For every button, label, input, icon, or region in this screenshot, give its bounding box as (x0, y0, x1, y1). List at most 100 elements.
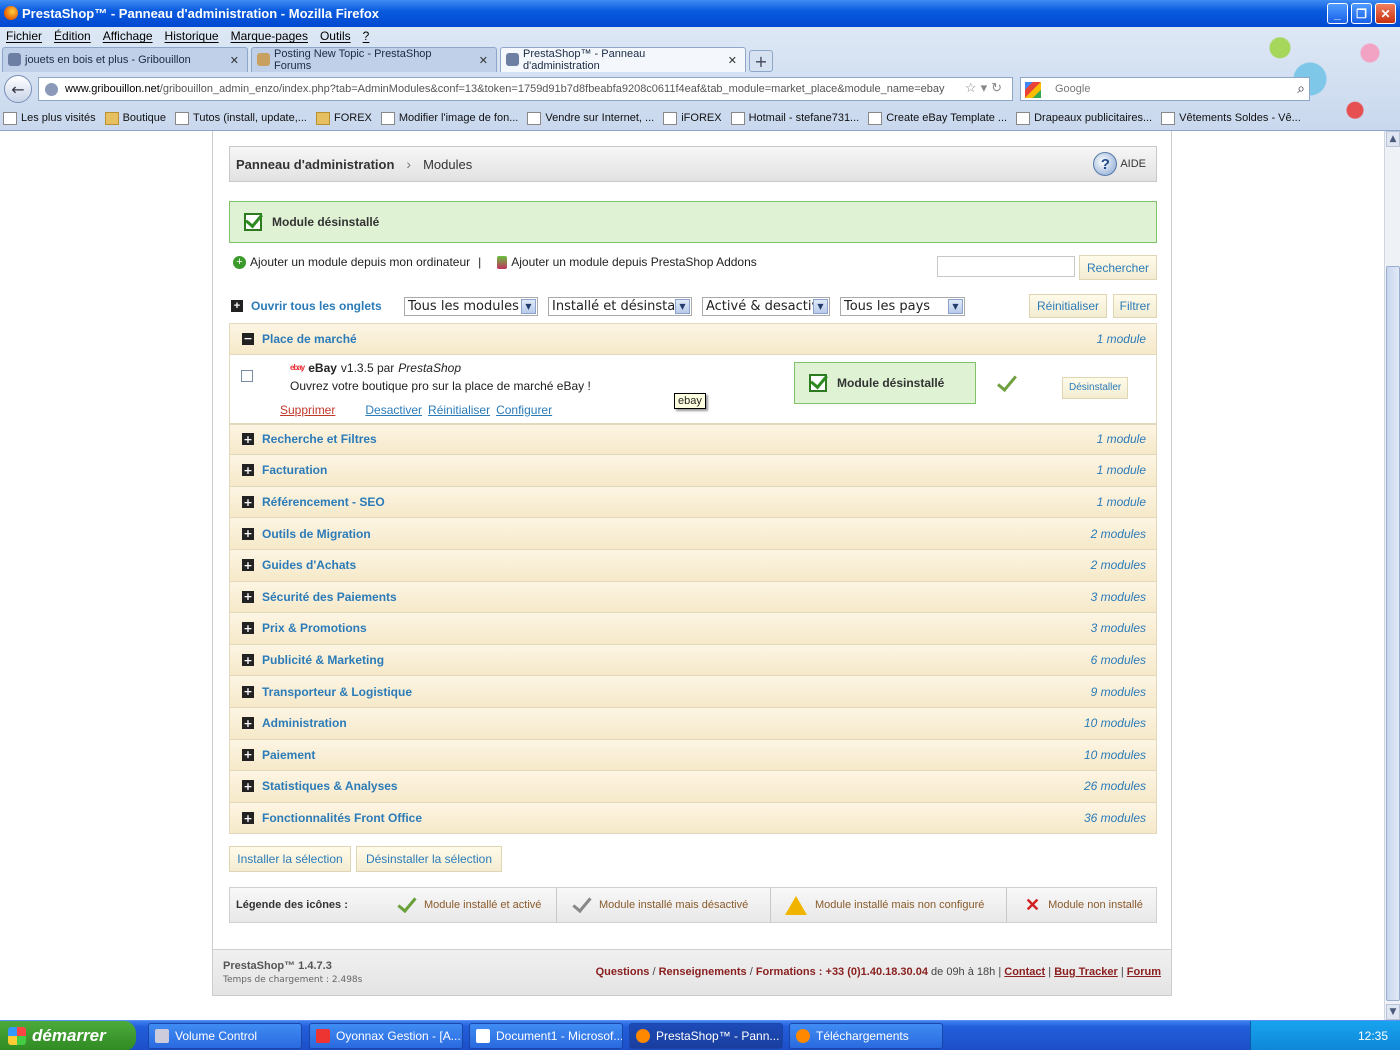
vertical-scrollbar[interactable]: ▲ ▼ (1384, 131, 1400, 1020)
bookmark-item[interactable]: Les plus visités (0, 107, 102, 129)
category-row[interactable]: + Fonctionnalités Front Office 36 modules (229, 802, 1157, 835)
url-bar[interactable]: www.gribouillon.net/gribouillon_admin_en… (38, 77, 1013, 101)
plus-icon[interactable]: + (242, 559, 254, 572)
plus-icon[interactable]: + (242, 496, 254, 509)
category-row[interactable]: + Administration 10 modules (229, 707, 1157, 740)
add-from-computer-link[interactable]: Ajouter un module depuis mon ordinateur (250, 255, 470, 269)
taskbar-item[interactable]: PrestaShop™ - Pann... (629, 1023, 783, 1049)
taskbar-item[interactable]: Oyonnax Gestion - [A... (309, 1023, 463, 1049)
menu-edition[interactable]: Édition (48, 27, 97, 45)
google-icon[interactable] (1025, 82, 1041, 98)
tab-prestashop-admin[interactable]: PrestaShop™ - Panneau d'administration ✕ (500, 47, 746, 72)
configure-link[interactable]: Configurer (496, 403, 552, 417)
uninstall-button[interactable]: Désinstaller (1062, 376, 1129, 399)
category-row[interactable]: + Référencement - SEO 1 module (229, 486, 1157, 519)
bookmark-item[interactable]: Create eBay Template ... (865, 107, 1013, 129)
bookmark-item[interactable]: Hotmail - stefane731... (728, 107, 866, 129)
category-row[interactable]: + Sécurité des Paiements 3 modules (229, 581, 1157, 614)
scroll-down-icon[interactable]: ▼ (1386, 1004, 1400, 1020)
category-row[interactable]: + Facturation 1 module (229, 455, 1157, 487)
category-row[interactable]: + Paiement 10 modules (229, 739, 1157, 772)
menu-marque-pages[interactable]: Marque-pages (225, 27, 314, 45)
plus-icon[interactable]: + (242, 717, 254, 730)
menu-bar: Fichier Édition Affichage Historique Mar… (0, 27, 375, 45)
contact-link[interactable]: Contact (1004, 966, 1045, 978)
filter-country-select[interactable]: Tous les pays ▼ (840, 297, 965, 316)
bookmark-item[interactable]: Drapeaux publicitaires... (1013, 107, 1158, 129)
module-select-checkbox[interactable] (241, 369, 253, 382)
addons-icon (497, 255, 508, 269)
minus-icon[interactable]: − (242, 332, 254, 345)
plus-icon[interactable]: + (242, 748, 254, 761)
tab-gribouillon[interactable]: jouets en bois et plus - Gribouillon ✕ (2, 47, 248, 72)
bookmark-item[interactable]: FOREX (313, 107, 378, 129)
filter-enabled-select[interactable]: Activé & desactivé ▼ (702, 297, 830, 316)
module-search-input[interactable] (937, 256, 1075, 277)
plus-icon[interactable]: + (242, 527, 254, 540)
category-count: 6 modules (1090, 653, 1146, 668)
scroll-up-icon[interactable]: ▲ (1386, 131, 1400, 147)
add-from-addons-link[interactable]: Ajouter un module depuis PrestaShop Addo… (511, 255, 757, 269)
taskbar-item[interactable]: Volume Control (148, 1023, 302, 1049)
taskbar-item[interactable]: Téléchargements (789, 1023, 943, 1049)
plus-icon[interactable]: + (242, 685, 254, 698)
search-icon[interactable]: ⌕ (1297, 80, 1305, 97)
filter-button[interactable]: Filtrer (1113, 294, 1157, 318)
bookmark-item[interactable]: Vendre sur Internet, ... (524, 107, 660, 129)
menu-fichier[interactable]: Fichier (0, 27, 48, 45)
menu-affichage[interactable]: Affichage (97, 27, 159, 45)
help-button[interactable]: ? AIDE (1093, 152, 1146, 176)
filter-modules-select[interactable]: Tous les modules ▼ (404, 297, 538, 316)
menu-help[interactable]: ? (357, 27, 376, 45)
back-button[interactable]: ← (4, 75, 32, 103)
tab-close-icon[interactable]: ✕ (714, 54, 737, 67)
plus-icon[interactable]: + (242, 433, 254, 446)
uninstall-selection-button[interactable]: Désinstaller la sélection (356, 846, 502, 872)
search-button[interactable]: Rechercher (1079, 255, 1157, 280)
taskbar-item[interactable]: Document1 - Microsof... (469, 1023, 623, 1049)
category-row[interactable]: + Statistiques & Analyses 26 modules (229, 771, 1157, 803)
maximize-button[interactable]: ❐ (1351, 3, 1372, 24)
search-box[interactable]: Google ⌕ (1020, 77, 1310, 101)
reset-filters-button[interactable]: Réinitialiser (1029, 294, 1107, 318)
plus-icon[interactable]: + (242, 590, 254, 603)
tab-close-icon[interactable]: ✕ (465, 54, 488, 67)
site-identity-icon[interactable] (45, 83, 58, 96)
open-all-tabs-button[interactable]: + Ouvrir tous les onglets (231, 296, 382, 316)
tab-close-icon[interactable]: ✕ (216, 54, 239, 67)
breadcrumb-home[interactable]: Panneau d'administration (236, 157, 394, 172)
forum-link[interactable]: Forum (1127, 966, 1161, 978)
minimize-button[interactable]: _ (1327, 3, 1348, 24)
category-row[interactable]: + Transporteur & Logistique 9 modules (229, 676, 1157, 708)
new-tab-button[interactable]: + (749, 50, 773, 72)
scroll-thumb[interactable] (1386, 266, 1400, 1001)
category-row[interactable]: + Outils de Migration 2 modules (229, 518, 1157, 550)
bookmark-item[interactable]: Tutos (install, update,... (172, 107, 313, 129)
filter-installed-select[interactable]: Installé et désinstallé ▼ (548, 297, 692, 316)
plus-icon[interactable]: + (242, 812, 254, 825)
category-row[interactable]: + Prix & Promotions 3 modules (229, 613, 1157, 645)
category-row[interactable]: + Publicité & Marketing 6 modules (229, 644, 1157, 677)
install-selection-button[interactable]: Installer la sélection (229, 846, 351, 872)
bookmark-item[interactable]: Boutique (102, 107, 172, 129)
plus-icon[interactable]: + (242, 780, 254, 793)
category-row[interactable]: + Guides d'Achats 2 modules (229, 549, 1157, 582)
bookmark-item[interactable]: Vêtements Soldes - Vê... (1158, 107, 1307, 129)
bug-tracker-link[interactable]: Bug Tracker (1054, 966, 1118, 978)
category-place-de-marche[interactable]: − Place de marché 1 module (229, 323, 1157, 355)
menu-outils[interactable]: Outils (314, 27, 357, 45)
start-button[interactable]: démarrer (0, 1021, 136, 1050)
menu-historique[interactable]: Historique (159, 27, 225, 45)
delete-link[interactable]: Supprimer (280, 403, 335, 417)
plus-icon[interactable]: + (242, 622, 254, 635)
plus-icon[interactable]: + (242, 464, 254, 477)
bookmark-item[interactable]: iFOREX (660, 107, 727, 129)
bookmark-star-icon[interactable]: ☆▾↻ (965, 80, 1006, 96)
tab-prestashop-forums[interactable]: Posting New Topic - PrestaShop Forums ✕ (251, 47, 497, 72)
reset-link[interactable]: Réinitialiser (428, 403, 490, 417)
disable-link[interactable]: Desactiver (365, 403, 422, 417)
plus-icon[interactable]: + (242, 654, 254, 667)
category-row[interactable]: + Recherche et Filtres 1 module (229, 423, 1157, 456)
close-button[interactable]: ✕ (1375, 3, 1396, 24)
bookmark-item[interactable]: Modifier l'image de fon... (378, 107, 525, 129)
